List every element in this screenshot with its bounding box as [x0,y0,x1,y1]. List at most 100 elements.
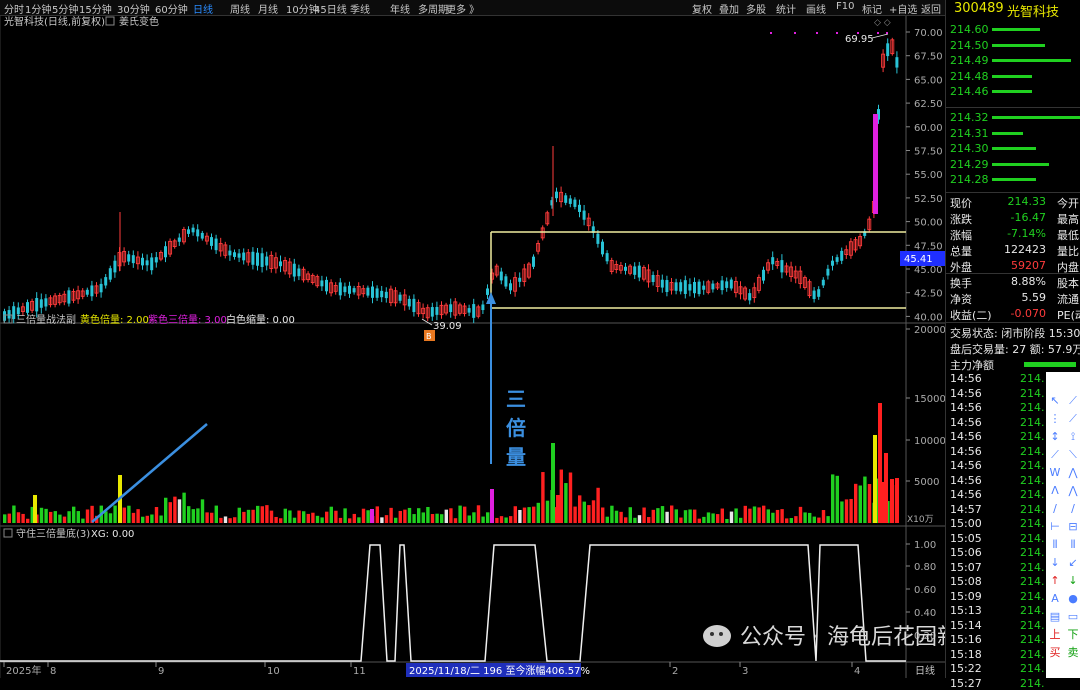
buy-marker-glyph: B [426,332,432,341]
tick-price: 214. [1020,459,1045,472]
drawing-tool-icon[interactable]: W [1048,466,1062,480]
tick-time: 14:56 [950,473,982,487]
drawing-tool-icon[interactable]: ∕ [1066,502,1080,516]
main-chart-title: 光智科技(日线,前复权) [4,16,105,28]
tick-price: 214. [1020,473,1045,487]
drawing-tool-icon[interactable]: ⋀ [1066,484,1080,498]
price-tick: 55.00 [914,170,943,181]
date-label: 2 [672,666,678,677]
drawing-tool-icon[interactable]: ⋀ [1066,466,1080,480]
main-indicator-name: 姜氏变色 [119,16,159,28]
buy-price-3: 214.30 [950,142,989,155]
date-label: 9 [158,666,164,677]
tick-price: 214. [1020,401,1045,414]
drawing-tool-icon[interactable]: ↑ [1048,574,1062,588]
toolbar-tool-7[interactable]: +自选 [889,1,917,16]
drawing-tool-icon[interactable]: ⟋ [1066,394,1080,408]
toolbar-tool-0[interactable]: 复权 [692,1,712,16]
drawing-tool-icon[interactable]: ⟍ [1066,448,1080,462]
tick-time: 15:22 [950,662,982,675]
volume-axis: 20000 15000 10000 5000 [906,325,945,488]
period-tab-0[interactable]: 分时 [4,1,24,16]
drawing-tool-icon[interactable]: ⦀ [1066,538,1080,552]
period-tab-7[interactable]: 周线 [230,1,250,16]
toolbar-tool-1[interactable]: 叠加 [719,1,739,16]
period-tab-6[interactable]: 日线 [193,1,213,16]
quote-value: 8.88% [1011,275,1046,288]
tick-time: 14:56 [950,444,982,458]
yellow-volume-label: 黄色倍量: 2.00 [80,313,149,326]
toolbar-tool-6[interactable]: 标记 [862,1,882,16]
indicator-settings-icon[interactable] [105,16,115,26]
buy-price-4: 214.29 [950,157,989,171]
date-label: 3 [742,666,748,677]
period-tab-10[interactable]: 45日线 [314,1,347,16]
drawing-tool-icon[interactable]: ⋮ [1048,412,1062,426]
quote-value: 214.33 [1007,195,1047,208]
price-tick: 40.00 [914,312,943,323]
chart-area[interactable]: 光智科技(日线,前复权) 姜氏变色 ◇ ◇ 70.00 67.50 65.00 62.… [0,16,945,678]
period-tab-12[interactable]: 年线 [390,1,410,16]
drawing-tool-icon[interactable]: ⟋ [1048,448,1062,462]
watermark-text: 公众号 · 海龟后花园新 [740,625,945,650]
drawing-tool-icon[interactable]: ↓ [1048,556,1062,570]
drawing-tool-icon[interactable]: ▭ [1066,610,1080,624]
volume-tick: 20000 [914,325,945,336]
drawing-tool-icon[interactable]: ⊢ [1048,520,1062,534]
tick-time: 14:56 [950,430,982,443]
period-tab-4[interactable]: 30分钟 [117,1,150,16]
date-label: 8 [50,666,56,677]
tick-price: 214. [1020,647,1045,661]
period-tab-2[interactable]: 5分钟 [52,1,78,16]
period-tab-13[interactable]: 多周期 [418,1,448,16]
xg-settings-icon[interactable] [3,528,13,538]
drawing-tool-icon[interactable]: Λ [1048,484,1062,498]
tick-price: 214. [1020,633,1045,646]
xg-tick: 0.80 [914,562,936,573]
watermark: 公众号 · 海龟后花园新 [703,625,945,650]
panel-zoom-icon[interactable]: ◇ ◇ [874,18,891,28]
magenta-volume-label: 紫色三倍量: 3.00 [148,313,227,326]
drawing-tool-icon[interactable]: ⟟ [1066,430,1080,444]
period-tab-5[interactable]: 60分钟 [155,1,188,16]
period-tab-1[interactable]: 1分钟 [25,1,51,16]
volume-panel-title: 三倍量战法副 [16,313,76,326]
toolbar-tool-4[interactable]: 画线 [806,1,826,16]
drawing-tool-icon[interactable]: ▤ [1048,610,1062,624]
drawing-tool-icon[interactable]: ● [1066,592,1080,606]
period-tab-11[interactable]: 季线 [350,1,370,16]
drawing-tool-icon[interactable]: A [1048,592,1062,606]
toolbar-tool-3[interactable]: 统计 [776,1,796,16]
drawing-tool-icon[interactable]: 下 [1066,628,1080,642]
price-axis: 70.00 67.50 65.00 62.50 60.00 57.50 55.00 52.50… [906,28,943,323]
period-tab-8[interactable]: 月线 [258,1,278,16]
drawing-tool-icon[interactable]: 卖 [1066,646,1080,660]
toolbar-tool-8[interactable]: 返回 [921,1,941,16]
period-tab-14[interactable]: 更多 》 [446,1,479,16]
stock-header: 300489 光智科技 [946,0,1080,20]
toolbar-tool-2[interactable]: 多股 [746,1,766,16]
drawing-tool-icon[interactable]: ⦀ [1048,538,1062,552]
xg-tick: 1.00 [914,540,936,551]
tick-price: 214. [1020,604,1045,617]
tick-time: 15:14 [950,618,982,632]
drawing-tool-icon[interactable]: ⟋ [1066,412,1080,426]
tick-time: 14:56 [950,401,982,414]
drawing-tool-icon[interactable]: ↓ [1066,574,1080,588]
tick-time: 15:09 [950,589,982,603]
quote-value: 59207 [1011,259,1046,272]
quote-label: 现价 [950,197,972,210]
drawing-tool-icon[interactable]: 上 [1048,628,1062,642]
drawing-tool-icon[interactable]: ⊟ [1066,520,1080,534]
drawing-tool-icon[interactable]: ↙ [1066,556,1080,570]
buy-orderbook: 214.32 214.31 214.30 214.29 214.28 [946,111,1080,191]
drawing-tool-icon[interactable]: ↖ [1048,394,1062,408]
period-tab-3[interactable]: 15分钟 [79,1,112,16]
drawing-tool-icon[interactable]: ↕ [1048,430,1062,444]
tick-time: 14:56 [950,459,982,472]
tick-price: 214. [1020,502,1045,516]
stock-code: 300489 [954,1,1004,16]
toolbar-tool-5[interactable]: F10 [836,1,854,12]
drawing-tool-icon[interactable]: ∕ [1048,502,1062,516]
drawing-tool-icon[interactable]: 买 [1048,646,1062,660]
